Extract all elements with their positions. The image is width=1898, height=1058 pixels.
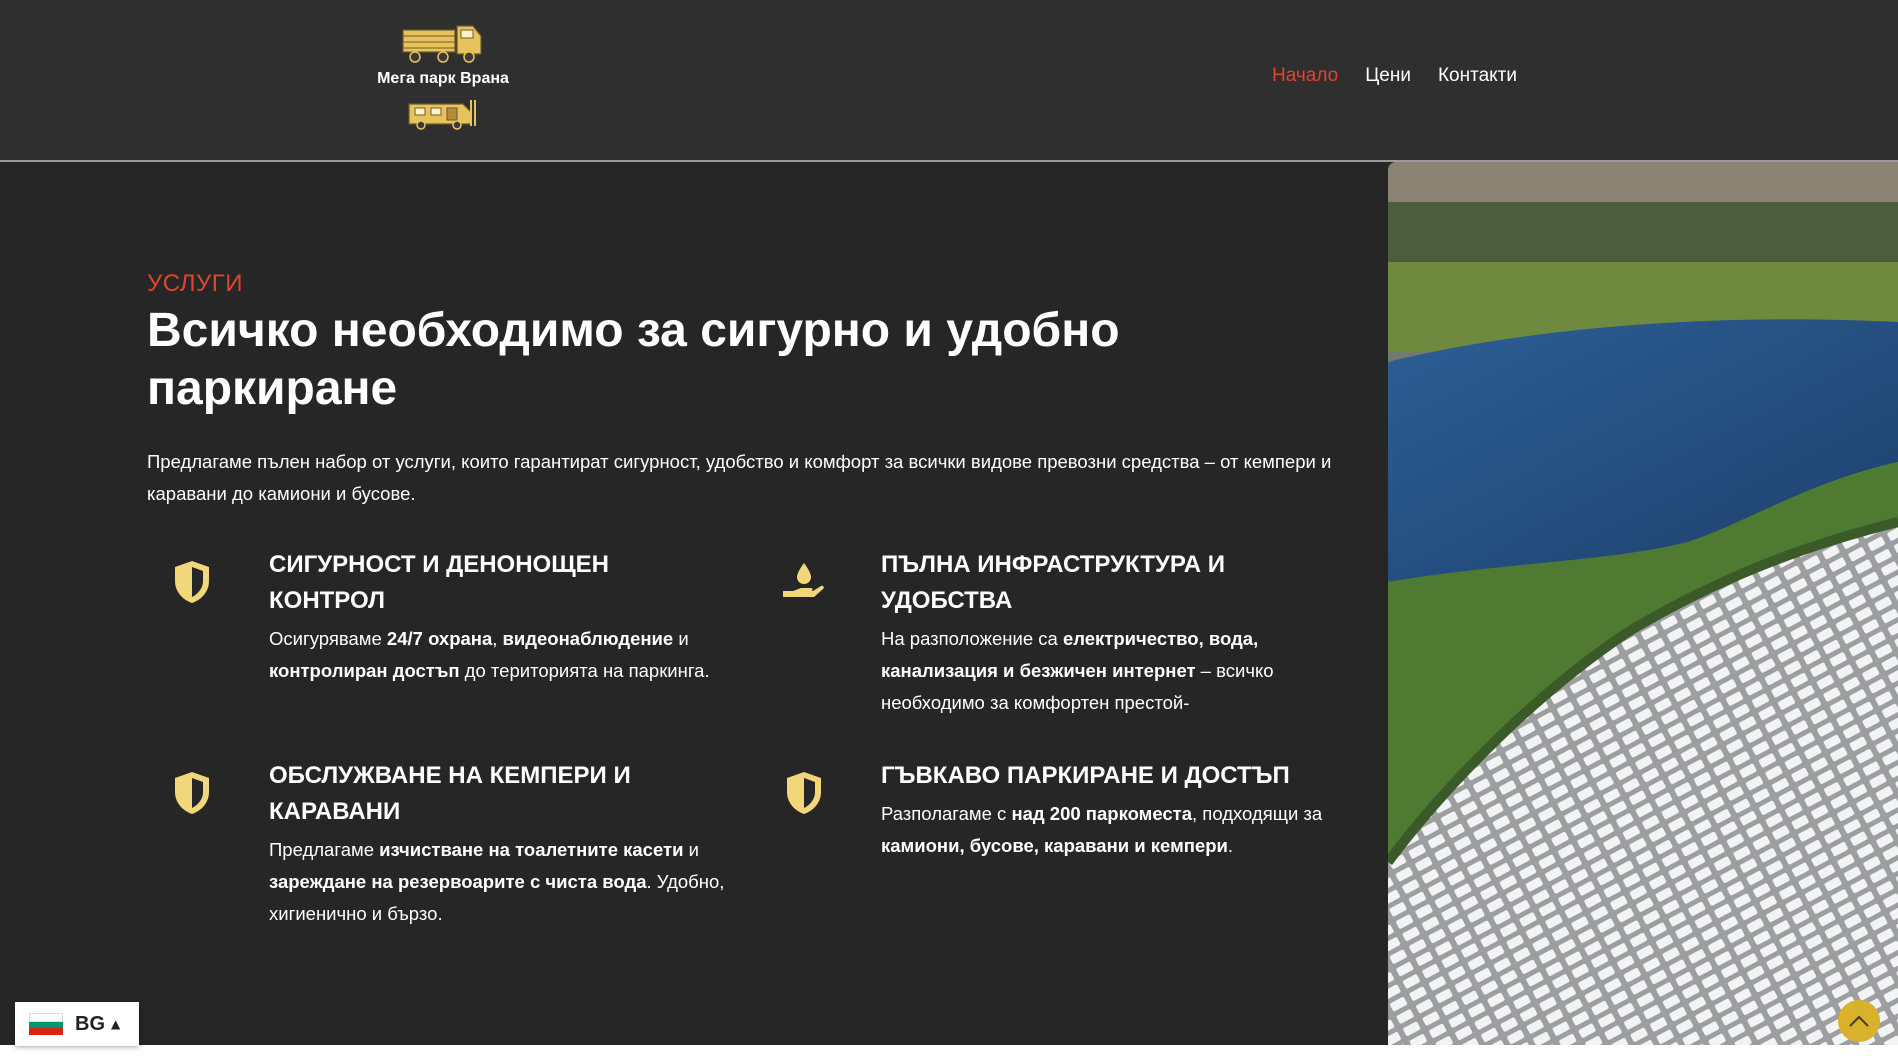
section-intro: Предлагаме пълен набор от услуги, които …: [147, 451, 1332, 504]
feature-title: ПЪЛНА ИНФРАСТРУКТУРА И УДОБСТВА: [881, 551, 1225, 614]
shield-icon: [175, 772, 209, 814]
bulgaria-flag-icon: [29, 1013, 63, 1036]
language-code: BG: [75, 1012, 105, 1035]
feature-text-segment: и: [673, 628, 689, 649]
feature-text-segment: Разполагаме с: [881, 803, 1012, 824]
chevron-up-icon: [1849, 1015, 1869, 1027]
section-eyebrow: УСЛУГИ: [147, 270, 244, 297]
feature-title: ОБСЛУЖВАНЕ НА КЕМПЕРИ И КАРАВАНИ: [269, 762, 631, 825]
chevron-up-icon: ▲: [111, 1017, 121, 1031]
feature-text-segment: до територията на паркинга.: [459, 660, 710, 681]
truck-logo-icon: [402, 25, 482, 63]
feature-text-bold: контролиран достъп: [269, 660, 460, 681]
main-nav: Начало Цени Контакти: [1272, 65, 1517, 87]
feature-text-bold: над 200 паркоместа: [1011, 803, 1193, 824]
feature-text-bold: 24/7 охрана: [386, 628, 493, 649]
page-bottom-strip: [0, 1045, 1898, 1058]
parking-aerial-photo: [1388, 162, 1898, 1045]
feature-text-segment: .: [1227, 835, 1234, 856]
scroll-to-top-button[interactable]: [1838, 1000, 1880, 1042]
section-headline: Всичко необходимо за сигурно и удобно па…: [147, 304, 1120, 415]
nav-item-prices[interactable]: Цени: [1365, 65, 1411, 87]
camper-logo-icon: [408, 100, 476, 130]
feature-text-segment: и: [683, 839, 699, 860]
feature-text-segment: ,: [492, 628, 503, 649]
feature-text-bold: видеонаблюдение: [502, 628, 674, 649]
hand-water-drop-icon: [783, 563, 824, 597]
feature-text: Разполагаме с над 200 паркоместа, подход…: [881, 798, 1361, 862]
feature-title: СИГУРНОСТ И ДЕНОНОЩЕН КОНТРОЛ: [269, 551, 610, 614]
shield-icon: [787, 772, 821, 814]
shield-icon: [175, 561, 209, 603]
feature-title: ГЪВКАВО ПАРКИРАНЕ И ДОСТЪП: [881, 762, 1290, 789]
services-section: УСЛУГИ Всичко необходимо за сигурно и уд…: [0, 162, 1898, 1045]
flag-stripe-green: [29, 1021, 63, 1029]
feature-text: На разположение са електричество, вода, …: [881, 623, 1361, 719]
feature-text-segment: На разположение са: [881, 628, 1063, 649]
feature-text: Осигуряваме 24/7 охрана, видеонаблюдение…: [269, 623, 749, 687]
feature-text-bold: зареждане на резервоарите с чиста вода: [269, 871, 647, 892]
nav-item-contacts[interactable]: Контакти: [1438, 65, 1517, 87]
site-logo[interactable]: Мега парк Врана: [368, 18, 518, 136]
feature-text-segment: , подходящи за: [1192, 803, 1323, 824]
flag-stripe-white: [29, 1013, 63, 1022]
flag-stripe-red: [29, 1028, 63, 1036]
feature-text: Предлагаме изчистване на тоалетните касе…: [269, 834, 749, 930]
feature-text-bold: изчистване на тоалетните касети: [379, 839, 684, 860]
feature-text-segment: Осигуряваме: [269, 628, 387, 649]
nav-item-home[interactable]: Начало: [1272, 65, 1338, 87]
feature-text-bold: камиони, бусове, каравани и кемпери: [881, 835, 1228, 856]
feature-text-segment: Предлагаме: [269, 839, 380, 860]
language-switcher[interactable]: BG ▲: [15, 1002, 139, 1046]
brand-name: Мега парк Врана: [377, 70, 509, 87]
site-header: Мега парк Врана Начало Цени Контакти: [0, 0, 1898, 162]
